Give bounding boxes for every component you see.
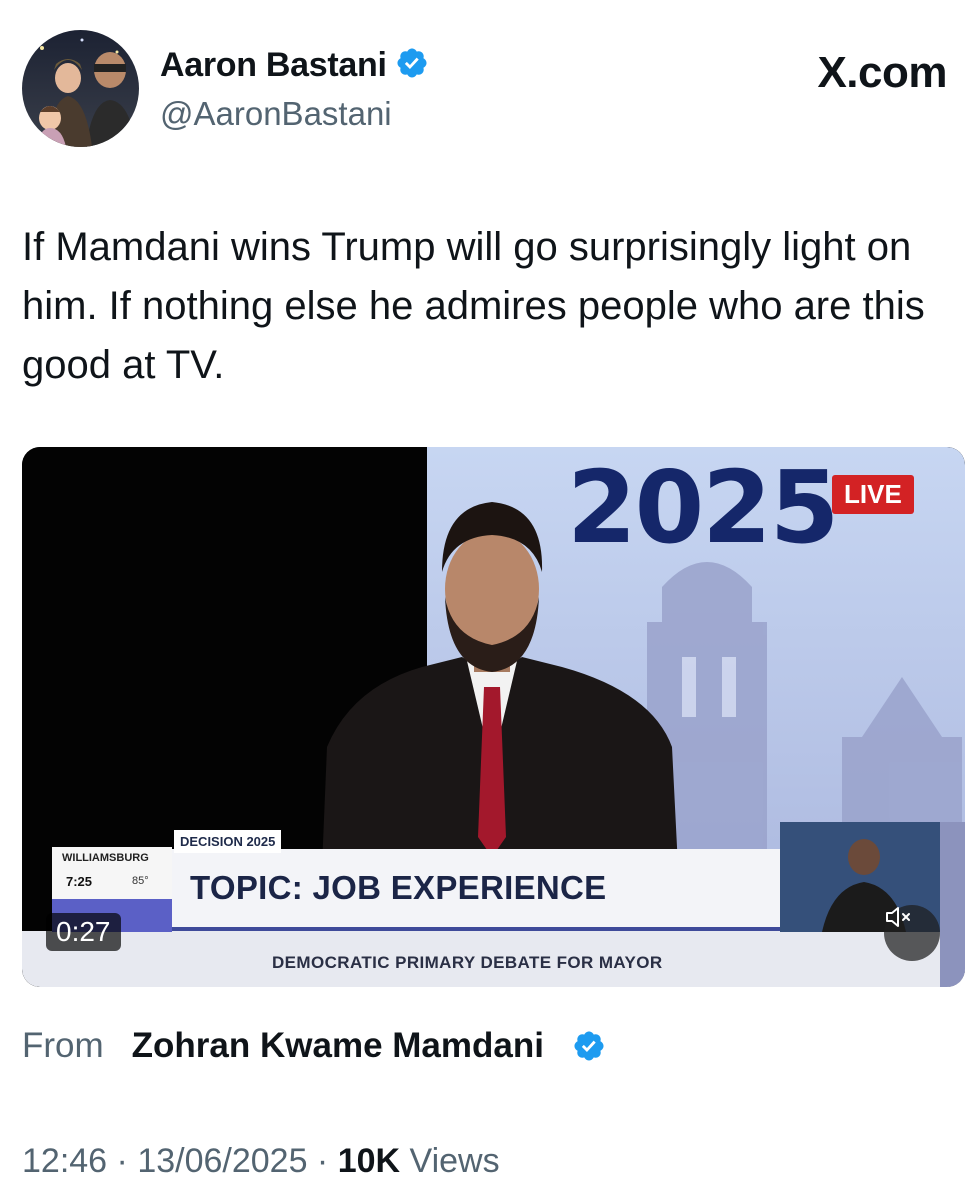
speaker-muted-icon[interactable] bbox=[884, 905, 940, 961]
source-account-name[interactable]: Zohran Kwame Mamdani bbox=[132, 1026, 544, 1066]
author-handle[interactable]: @AaronBastani bbox=[160, 95, 392, 133]
author-avatar[interactable] bbox=[22, 30, 139, 147]
author-display-name[interactable]: Aaron Bastani bbox=[160, 46, 387, 85]
author-name-row[interactable]: Aaron Bastani bbox=[160, 46, 429, 85]
local-time: 7:25 bbox=[66, 874, 93, 889]
tweet-time[interactable]: 12:46 bbox=[22, 1142, 107, 1180]
live-badge: LIVE bbox=[832, 475, 914, 514]
avatar-photo bbox=[22, 30, 139, 147]
meta-separator: · bbox=[107, 1142, 138, 1180]
year-graphic: 2025 bbox=[567, 449, 839, 566]
video-subtitle: DEMOCRATIC PRIMARY DEBATE FOR MAYOR bbox=[272, 953, 663, 972]
location-label: WILLIAMSBURG bbox=[62, 852, 149, 864]
site-label: X.com bbox=[817, 48, 947, 97]
verified-badge-icon bbox=[572, 1029, 606, 1063]
tweet-date[interactable]: 13/06/2025 bbox=[137, 1142, 307, 1180]
views-label: Views bbox=[400, 1142, 500, 1180]
from-label: From bbox=[22, 1026, 104, 1065]
verified-badge-icon bbox=[395, 46, 429, 85]
meta-separator: · bbox=[307, 1142, 338, 1180]
video-player[interactable]: 2025 LIVE DECISION 2025 TOPIC: JOB EXPER… bbox=[22, 447, 965, 987]
tweet-text: If Mamdani wins Trump will go surprising… bbox=[22, 225, 925, 387]
tweet-meta: 12:46 · 13/06/2025 · 10K Views bbox=[22, 1142, 500, 1181]
video-duration: 0:27 bbox=[46, 913, 121, 951]
views-count: 10K bbox=[337, 1142, 401, 1180]
video-source-row[interactable]: From Zohran Kwame Mamdani bbox=[22, 1026, 606, 1066]
local-temperature: 85° bbox=[132, 875, 149, 887]
video-topic-banner: TOPIC: JOB EXPERIENCE bbox=[190, 869, 607, 906]
decision-tag: DECISION 2025 bbox=[174, 830, 282, 853]
